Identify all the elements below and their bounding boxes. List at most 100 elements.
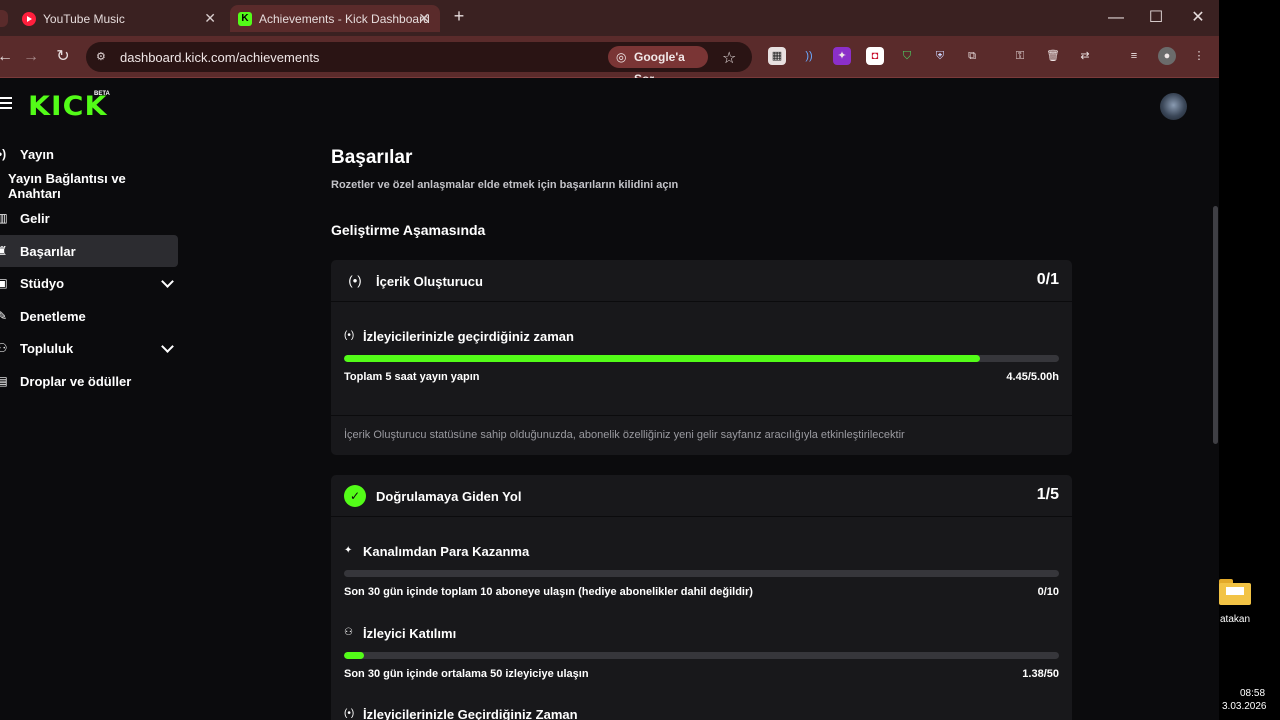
achievement-title: İzleyici Katılımı [363, 626, 457, 641]
sidebar-item-topluluk[interactable]: ⚇ Topluluk [0, 332, 178, 364]
youtube-music-icon [22, 11, 36, 26]
back-button[interactable]: ← [0, 46, 16, 68]
reload-button[interactable]: ↻ [52, 46, 74, 68]
close-window-button[interactable]: ✕ [1183, 6, 1213, 30]
clock-date: 3.03.2026 [1222, 701, 1267, 712]
broadcast-icon: (•) [344, 330, 355, 341]
trash-icon[interactable]: 🗑 [1044, 47, 1062, 65]
privacy-badge-icon[interactable]: ⛨ [931, 47, 949, 65]
sidebar-item-label: Topluluk [20, 340, 74, 356]
kick-favicon-icon: K [238, 11, 252, 26]
clock-time: 08:58 [1240, 688, 1266, 699]
achievement-title: İzleyicilerinizle geçirdiğiniz zaman [363, 329, 574, 344]
tab-kick-dashboard[interactable]: K Achievements - Kick Dashboard ✕ [230, 5, 440, 32]
progress-bar [344, 355, 1059, 362]
achievement-requirement: Son 30 gün içinde toplam 10 aboneye ulaş… [344, 586, 753, 598]
card-count: 1/5 [1036, 486, 1059, 503]
page-title: Başarılar [331, 147, 413, 168]
media-queue-icon[interactable]: ≡ [1125, 47, 1143, 65]
achievement-requirement: Son 30 gün içinde ortalama 50 izleyiciye… [344, 668, 589, 680]
sidebar-item-label: Denetleme [20, 308, 86, 324]
wrench-icon: ✎ [0, 309, 8, 323]
purple-extension-icon[interactable]: ✦ [833, 47, 851, 65]
progress-fill [344, 652, 365, 659]
section-heading: Geliştirme Aşamasında [331, 222, 486, 238]
achievement-card-icerik-olusturucu: (•) İçerik Oluşturucu 0/1 (•) İzleyicile… [331, 260, 1072, 455]
sidebar-item-label: Yayın Bağlantısı ve Anahtarı [8, 171, 126, 201]
audio-extension-icon[interactable]: )) [800, 47, 818, 65]
url-text[interactable]: dashboard.kick.com/achievements [120, 50, 319, 65]
sidebar-item-label: Yayın [20, 146, 54, 162]
people-icon: ⚇ [0, 341, 8, 355]
progress-bar [344, 652, 1059, 659]
sidebar-item-denetleme[interactable]: ✎ Denetleme [0, 300, 178, 332]
maximize-button[interactable]: ☐ [1141, 6, 1171, 30]
new-tab-button[interactable]: + [449, 6, 469, 30]
tab-youtube-music[interactable]: YouTube Music ✕ [12, 5, 226, 32]
page-subtitle: Rozetler ve özel anlaşmalar elde etmek i… [331, 179, 679, 191]
browser-window: YouTube Music ✕ K Achievements - Kick Da… [0, 0, 1219, 720]
folder-icon[interactable] [1219, 579, 1251, 605]
password-key-icon[interactable]: ⚿ [1011, 47, 1029, 65]
broadcast-icon: (•) [348, 273, 362, 288]
browser-menu-icon[interactable]: ⋮ [1190, 47, 1208, 65]
broadcast-icon: •) [0, 147, 7, 161]
sidebar-item-studyo[interactable]: ▣ Stüdyo [0, 267, 178, 299]
card-title: Doğrulamaya Giden Yol [376, 489, 522, 504]
sparkle-icon: ✦ [344, 545, 353, 556]
browser-toolbar: ← → ↻ ⚙ dashboard.kick.com/achievements … [0, 36, 1219, 86]
close-tab-icon[interactable]: ✕ [204, 10, 216, 27]
sidebar-item-label: Stüdyo [20, 275, 65, 291]
forward-button[interactable]: → [20, 46, 42, 68]
card-header: ✓ Doğrulamaya Giden Yol 1/5 [331, 475, 1072, 517]
achievement-title: İzleyicilerinizle Geçirdiğiniz Zaman [363, 707, 578, 720]
tab-title: YouTube Music [43, 11, 125, 26]
address-bar[interactable]: ⚙ dashboard.kick.com/achievements Google… [86, 42, 752, 86]
tab-title: Achievements - Kick Dashboard [259, 11, 430, 26]
chevron-down-icon[interactable] [161, 340, 174, 353]
chart-icon: ▥ [0, 211, 8, 225]
progress-bar [344, 570, 1059, 577]
sidebar-item-droplar[interactable]: ▤ Droplar ve ödüller [0, 365, 178, 397]
sidebar-item-gelir[interactable]: ▥ Gelir [0, 202, 178, 234]
verified-badge-icon: ✓ [344, 485, 366, 507]
previous-tab-edge[interactable] [0, 10, 8, 27]
close-tab-icon[interactable]: ✕ [418, 10, 430, 27]
sidebar-item-yayin[interactable]: •) Yayın [0, 138, 178, 170]
broadcast-icon: (•) [344, 708, 355, 719]
sidebar-item-stream-key[interactable]: Yayın Bağlantısı ve Anahtarı [0, 170, 178, 202]
bookmark-star-icon[interactable]: ☆ [722, 48, 736, 68]
ask-google-button[interactable]: Google'a Sor [608, 46, 708, 86]
kick-dashboard-page: KICK BETA •) Yayın Yayın Bağlantısı ve A… [0, 78, 1219, 720]
achievement-progress: 4.45/5.00h [1006, 371, 1059, 383]
viewers-icon: ⚇ [344, 627, 353, 638]
hamburger-menu-icon[interactable] [0, 97, 12, 109]
achievement-requirement: Toplam 5 saat yayın yapın [344, 371, 480, 383]
trophy-icon: ♜ [0, 244, 8, 258]
achievement-progress: 1.38/50 [1022, 668, 1059, 680]
gift-icon: ▤ [0, 374, 8, 388]
card-count: 0/1 [1036, 271, 1059, 288]
site-settings-icon[interactable]: ⚙ [96, 50, 110, 64]
profile-avatar-icon[interactable]: ● [1158, 47, 1176, 65]
extensions-puzzle-icon[interactable]: ⧉ [963, 47, 981, 65]
sidebar-item-label: Droplar ve ödüller [20, 373, 132, 389]
card-footer-note: İçerik Oluşturucu statüsüne sahip olduğu… [331, 415, 1072, 455]
card-title: İçerik Oluşturucu [376, 274, 483, 289]
pocket-icon[interactable]: ◘ [866, 47, 884, 65]
qr-code-icon[interactable]: ▦ [768, 47, 786, 65]
user-avatar[interactable] [1160, 93, 1187, 120]
sidebar-item-basarilar[interactable]: ♜ Başarılar [0, 235, 178, 267]
translate-icon[interactable]: ⇄ [1076, 47, 1094, 65]
shield-extension-icon[interactable]: ⛉ [898, 47, 916, 65]
achievement-progress: 0/10 [1037, 586, 1059, 598]
page-scrollbar[interactable] [1213, 206, 1218, 444]
folder-label[interactable]: atakan [1220, 614, 1250, 625]
chevron-down-icon[interactable] [161, 275, 174, 288]
tab-strip: YouTube Music ✕ K Achievements - Kick Da… [0, 0, 1219, 36]
sidebar-item-label: Başarılar [20, 243, 76, 259]
achievement-card-dogrulama: ✓ Doğrulamaya Giden Yol 1/5 ✦ Kanalımdan… [331, 475, 1072, 720]
sidebar-item-label: Gelir [20, 210, 50, 226]
achievement-title: Kanalımdan Para Kazanma [363, 544, 530, 559]
minimize-button[interactable]: — [1101, 6, 1131, 30]
